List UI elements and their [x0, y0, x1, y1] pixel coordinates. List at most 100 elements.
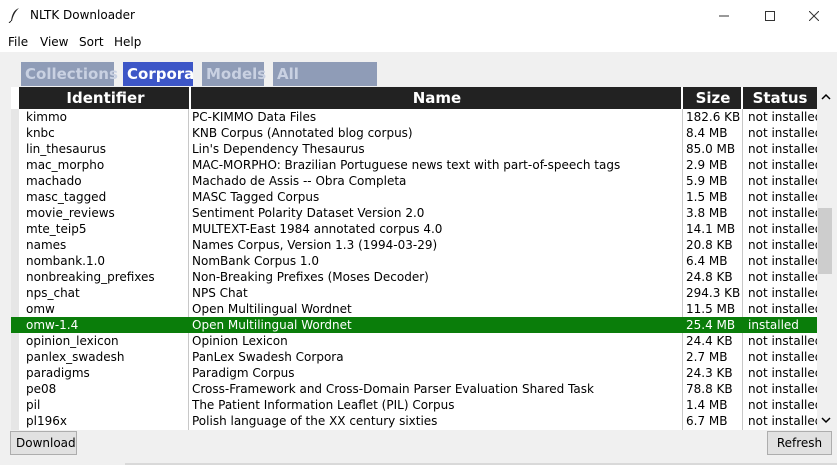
chevron-up-icon	[821, 90, 831, 104]
close-icon	[809, 11, 819, 21]
cell-size: 24.3 KB	[686, 366, 733, 380]
cell-name: NPS Chat	[192, 286, 248, 300]
cell-size: 24.8 KB	[686, 270, 733, 284]
cell-name: Open Multilingual Wordnet	[192, 302, 352, 316]
minimize-button[interactable]	[701, 0, 747, 32]
cell-size: 2.7 MB	[686, 350, 728, 364]
table-row[interactable]: mte_teip5 MULTEXT-East 1984 annotated cor…	[11, 221, 817, 237]
cell-size: 25.4 MB	[686, 318, 736, 332]
cell-name: NomBank Corpus 1.0	[192, 254, 319, 268]
column-header-status[interactable]: Status	[741, 87, 817, 109]
cell-size: 182.6 KB	[686, 110, 740, 124]
cell-identifier: mac_morpho	[26, 158, 105, 172]
table-row[interactable]: pl196x Polish language of the XX century …	[11, 413, 817, 429]
table-row[interactable]: pil The Patient Information Leaflet (PIL)…	[11, 397, 817, 413]
table-row[interactable]: omw-1.4 Open Multilingual Wordnet 25.4 MB i…	[11, 317, 817, 333]
menu-sort[interactable]: Sort	[79, 35, 104, 49]
menu-view[interactable]: View	[40, 35, 68, 49]
close-button[interactable]	[791, 0, 837, 32]
table-row[interactable]: mac_morpho MAC-MORPHO: Brazilian Portugue…	[11, 157, 817, 173]
cell-size: 14.1 MB	[686, 222, 736, 236]
table-row[interactable]: paradigms Paradigm Corpus 24.3 KB not insta…	[11, 365, 817, 381]
cell-name: Cross-Framework and Cross-Domain Parser …	[192, 382, 594, 396]
cell-identifier: nombank.1.0	[26, 254, 106, 268]
refresh-button[interactable]: Refresh	[767, 431, 832, 455]
menu-file[interactable]: File	[8, 35, 28, 49]
table-row[interactable]: panlex_swadesh PanLex Swadesh Corpora 2.7 …	[11, 349, 817, 365]
cell-status: not installed	[748, 238, 817, 252]
scroll-up-button[interactable]	[817, 89, 835, 105]
cell-identifier: names	[26, 238, 67, 252]
tab-corpora[interactable]: Corpora	[123, 62, 194, 86]
window-title: NLTK Downloader	[30, 8, 135, 22]
cell-size: 24.4 KB	[686, 334, 733, 348]
cell-status: not installed	[748, 222, 817, 236]
cell-identifier: opinion_lexicon	[26, 334, 119, 348]
cell-status: installed	[748, 318, 799, 332]
table-row[interactable]: nonbreaking_prefixes Non-Breaking Prefixe…	[11, 269, 817, 285]
cell-status: not installed	[748, 110, 817, 124]
table-row[interactable]: omw Open Multilingual Wordnet 11.5 MB not i…	[11, 301, 817, 317]
feather-icon	[8, 7, 22, 24]
download-button[interactable]: Download	[10, 431, 77, 455]
cell-identifier: panlex_swadesh	[26, 350, 125, 364]
cell-size: 78.8 KB	[686, 382, 733, 396]
column-header-name[interactable]: Name	[189, 87, 683, 109]
title-bar: NLTK Downloader	[0, 0, 837, 32]
table-row[interactable]: nps_chat NPS Chat 294.3 KB not installed	[11, 285, 817, 301]
table-row[interactable]: pe08 Cross-Framework and Cross-Domain Par…	[11, 381, 817, 397]
cell-identifier: kimmo	[26, 110, 68, 124]
cell-identifier: mte_teip5	[26, 222, 87, 236]
cell-identifier: nps_chat	[26, 286, 80, 300]
cell-name: MASC Tagged Corpus	[192, 190, 320, 204]
table-row[interactable]: kimmo PC-KIMMO Data Files 182.6 KB not inst…	[11, 109, 817, 125]
scroll-down-button[interactable]	[817, 412, 835, 428]
cell-identifier: paradigms	[26, 366, 90, 380]
cell-identifier: lin_thesaurus	[26, 142, 106, 156]
table-row[interactable]: opinion_lexicon Opinion Lexicon 24.4 KB not…	[11, 333, 817, 349]
cell-identifier: masc_tagged	[26, 190, 107, 204]
tab-collections[interactable]: Collections	[21, 62, 118, 86]
cell-name: Lin's Dependency Thesaurus	[192, 142, 365, 156]
maximize-icon	[765, 11, 775, 21]
table-row[interactable]: knbc KNB Corpus (Annotated blog corpus) 8.…	[11, 125, 817, 141]
menu-bar: File View Sort Help	[0, 32, 837, 52]
cell-size: 1.5 MB	[686, 190, 728, 204]
menu-help[interactable]: Help	[114, 35, 141, 49]
column-header-identifier[interactable]: Identifier	[19, 87, 192, 109]
cell-identifier: pl196x	[26, 414, 67, 428]
cell-identifier: knbc	[26, 126, 55, 140]
cell-size: 6.7 MB	[686, 414, 728, 428]
cell-status: not installed	[748, 382, 817, 396]
table-row[interactable]: nombank.1.0 NomBank Corpus 1.0 6.4 MB not i…	[11, 253, 817, 269]
cell-status: not installed	[748, 302, 817, 316]
cell-size: 85.0 MB	[686, 142, 736, 156]
cell-name: Polish language of the XX century sixtie…	[192, 414, 438, 428]
cell-status: not installed	[748, 142, 817, 156]
cell-size: 2.9 MB	[686, 158, 728, 172]
cell-size: 8.4 MB	[686, 126, 728, 140]
cell-name: Opinion Lexicon	[192, 334, 288, 348]
vertical-scrollbar[interactable]	[817, 87, 835, 430]
table-row[interactable]: movie_reviews Sentiment Polarity Dataset …	[11, 205, 817, 221]
cell-status: not installed	[748, 190, 817, 204]
maximize-button[interactable]	[747, 0, 793, 32]
table-row[interactable]: lin_thesaurus Lin's Dependency Thesaurus 8…	[11, 141, 817, 157]
tab-all-packages[interactable]: All Packages	[273, 62, 377, 107]
cell-status: not installed	[748, 286, 817, 300]
cell-status: not installed	[748, 158, 817, 172]
table-row[interactable]: machado Machado de Assis -- Obra Completa…	[11, 173, 817, 189]
scroll-thumb[interactable]	[818, 208, 832, 274]
column-header-size[interactable]: Size	[681, 87, 743, 109]
table-row[interactable]: names Names Corpus, Version 1.3 (1994-03-…	[11, 237, 817, 253]
cell-identifier: pil	[26, 398, 41, 412]
cell-name: Non-Breaking Prefixes (Moses Decoder)	[192, 270, 429, 284]
cell-name: The Patient Information Leaflet (PIL) Co…	[192, 398, 455, 412]
cell-name: PC-KIMMO Data Files	[192, 110, 317, 124]
table-row[interactable]: masc_tagged MASC Tagged Corpus 1.5 MB not i…	[11, 189, 817, 205]
cell-size: 6.4 MB	[686, 254, 728, 268]
tab-models[interactable]: Models	[202, 62, 266, 86]
cell-size: 5.9 MB	[686, 174, 728, 188]
packages-table: Identifier Name Size Status kimmo PC-KIMM…	[11, 87, 817, 430]
cell-status: not installed	[748, 206, 817, 220]
